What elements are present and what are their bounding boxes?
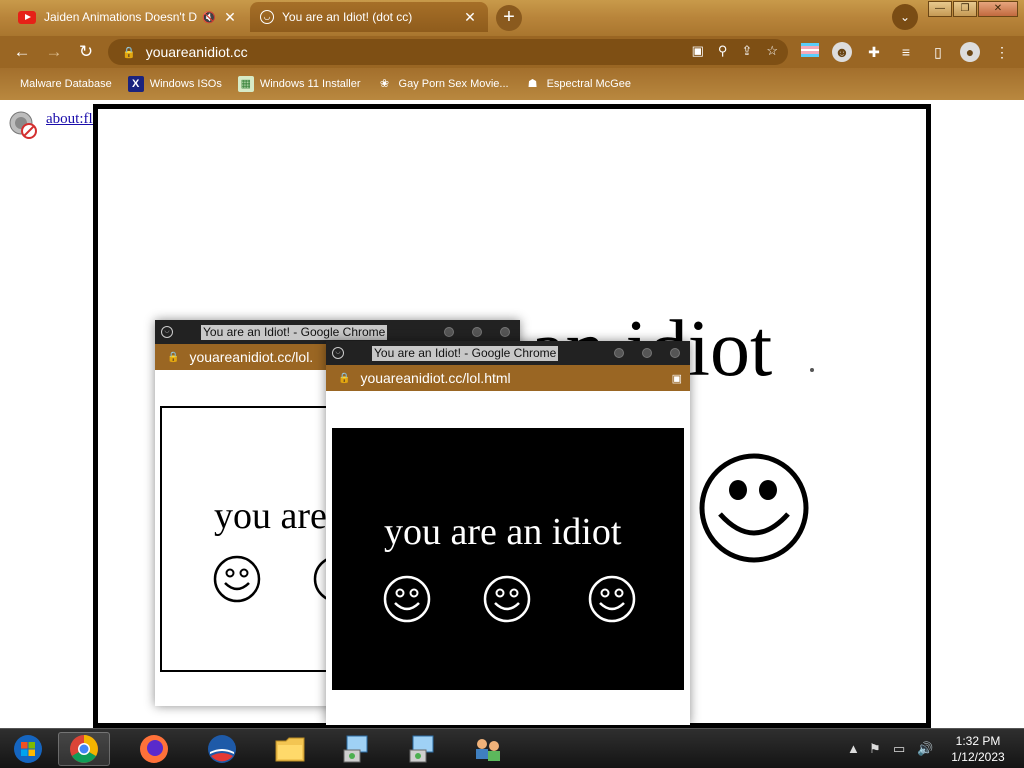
obama-logo-icon bbox=[208, 735, 236, 763]
tab-jaiden-animations[interactable]: Jaiden Animations Doesn't D 🔇 ✕ bbox=[8, 2, 248, 32]
large-smiley-icon bbox=[699, 453, 809, 563]
smiley-favicon-icon: ◡ bbox=[161, 326, 173, 338]
popup-url: youareanidiot.cc/lol.html bbox=[360, 370, 511, 386]
lock-icon: 🔒 bbox=[338, 372, 351, 384]
clock-date: 1/12/2023 bbox=[951, 750, 1005, 764]
tab-title: Jaiden Animations Doesn't D bbox=[44, 10, 198, 24]
bookmarks-bar: Malware Database X Windows ISOs ▦ Window… bbox=[0, 68, 1024, 100]
popup-maximize-button[interactable] bbox=[472, 327, 482, 337]
taskbar: ▲ ⚑ ▭ 🔊 1:32 PM 1/12/2023 bbox=[0, 728, 1024, 768]
popup-text: you are bbox=[214, 495, 327, 537]
popup-window-front[interactable]: ◡ You are an Idiot! - Google Chrome 🔒 yo… bbox=[326, 341, 690, 725]
new-tab-button[interactable]: + bbox=[496, 5, 522, 31]
paw-icon: ❀ bbox=[379, 78, 390, 90]
forward-button[interactable]: → bbox=[42, 40, 66, 64]
tab-strip: Jaiden Animations Doesn't D 🔇 ✕ ◡ You ar… bbox=[0, 0, 1024, 36]
popup-close-button[interactable] bbox=[670, 348, 680, 358]
popup-content: you are an idiot bbox=[332, 428, 684, 690]
popup-close-button[interactable] bbox=[500, 327, 510, 337]
smiley-icon bbox=[213, 555, 261, 603]
firefox-icon bbox=[140, 735, 168, 763]
popup-blocked-icon[interactable]: ▣ bbox=[672, 372, 682, 385]
image-icon: ▦ bbox=[237, 76, 254, 92]
popup-blocked-icon[interactable]: ▣ bbox=[692, 43, 704, 59]
popup-text: you are an idiot bbox=[384, 511, 622, 553]
youtube-icon bbox=[18, 10, 36, 24]
tab-close-button[interactable]: ✕ bbox=[222, 9, 238, 26]
bookmark-malware-database[interactable]: Malware Database bbox=[20, 78, 112, 90]
x-icon: X bbox=[127, 76, 144, 92]
pride-flag-extension-icon[interactable] bbox=[800, 42, 820, 62]
profile-extension-icon[interactable]: ☻ bbox=[832, 42, 852, 62]
decorative-dot bbox=[810, 368, 814, 372]
address-url: youareanidiot.cc bbox=[145, 44, 248, 60]
taskbar-file-explorer[interactable] bbox=[264, 732, 316, 766]
restore-button[interactable]: ❐ bbox=[953, 1, 977, 17]
bookmark-star-icon[interactable]: ☆ bbox=[766, 43, 778, 59]
minimize-button[interactable]: — bbox=[928, 1, 952, 17]
popup-title: You are an Idiot! - Google Chrome bbox=[372, 345, 559, 361]
chrome-menu-icon[interactable]: ⋮ bbox=[992, 42, 1012, 62]
smiley-icon bbox=[383, 575, 431, 623]
close-window-button[interactable]: ✕ bbox=[978, 1, 1018, 17]
show-hidden-icons-button[interactable]: ▲ bbox=[847, 741, 860, 756]
tab-close-button[interactable]: ✕ bbox=[462, 9, 478, 26]
media-controls-icon[interactable]: ≡ bbox=[896, 42, 916, 62]
folder-icon bbox=[275, 737, 305, 762]
tab-you-are-an-idiot[interactable]: ◡ You are an Idiot! (dot cc) ✕ bbox=[250, 2, 488, 32]
profile-avatar-icon[interactable]: ● bbox=[960, 42, 980, 62]
avatar-icon: ☗ bbox=[527, 78, 538, 90]
taskbar-chrome[interactable] bbox=[58, 732, 110, 766]
smiley-icon bbox=[588, 575, 636, 623]
popup-titlebar[interactable]: ◡ You are an Idiot! - Google Chrome bbox=[326, 341, 690, 365]
smiley-favicon-icon: ◡ bbox=[332, 347, 344, 359]
side-panel-icon[interactable]: ▯ bbox=[928, 42, 948, 62]
tab-title: You are an Idiot! (dot cc) bbox=[282, 10, 413, 24]
browser-toolbar: ← → ↻ 🔒 youareanidiot.cc ▣ ⚲ ⇪ ☆ ☻ ✚ ≡ ▯… bbox=[0, 36, 1024, 68]
back-button[interactable]: ← bbox=[10, 40, 34, 64]
start-button[interactable] bbox=[2, 732, 54, 766]
bookmark-movie[interactable]: ❀ Gay Porn Sex Movie... bbox=[377, 76, 509, 92]
system-clock[interactable]: 1:32 PM 1/12/2023 bbox=[936, 733, 1020, 765]
tab-search-button[interactable]: ⌄ bbox=[892, 4, 918, 30]
bookmark-windows-11-installer[interactable]: ▦ Windows 11 Installer bbox=[237, 76, 361, 92]
smiley-icon bbox=[483, 575, 531, 623]
taskbar-installer-1[interactable] bbox=[330, 732, 382, 766]
bookmark-espectral-mcgee[interactable]: ☗ Espectral McGee bbox=[525, 76, 631, 92]
popup-title: You are an Idiot! - Google Chrome bbox=[201, 324, 388, 340]
taskbar-installer-2[interactable] bbox=[396, 732, 448, 766]
muted-audio-icon[interactable]: 🔇 bbox=[202, 11, 216, 24]
action-center-flag-icon[interactable]: ⚑ bbox=[869, 741, 881, 757]
popup-url: youareanidiot.cc/lol. bbox=[189, 349, 314, 365]
chrome-icon bbox=[70, 735, 98, 763]
installer-icon bbox=[343, 735, 368, 763]
popup-maximize-button[interactable] bbox=[642, 348, 652, 358]
popup-minimize-button[interactable] bbox=[444, 327, 454, 337]
popup-address-bar[interactable]: 🔒 youareanidiot.cc/lol.html ▣ bbox=[326, 365, 690, 391]
lock-icon[interactable]: 🔒 bbox=[122, 46, 136, 59]
flash-blocked-icon[interactable] bbox=[8, 110, 38, 140]
popup-minimize-button[interactable] bbox=[614, 348, 624, 358]
reload-button[interactable]: ↻ bbox=[74, 40, 98, 64]
volume-icon[interactable]: 🔊 bbox=[917, 741, 933, 757]
windows-orb-icon bbox=[14, 735, 42, 763]
smiley-favicon-icon: ◡ bbox=[260, 10, 274, 24]
zoom-search-icon[interactable]: ⚲ bbox=[718, 43, 728, 59]
installer-icon bbox=[409, 735, 434, 763]
lock-icon: 🔒 bbox=[167, 351, 180, 363]
users-network-icon bbox=[476, 739, 500, 761]
network-icon[interactable]: ▭ bbox=[893, 741, 905, 757]
clock-time: 1:32 PM bbox=[955, 734, 1001, 748]
taskbar-firefox[interactable] bbox=[128, 732, 180, 766]
taskbar-campaign-app[interactable] bbox=[196, 732, 248, 766]
address-bar[interactable]: 🔒 youareanidiot.cc ▣ ⚲ ⇪ ☆ bbox=[108, 39, 788, 65]
extensions-puzzle-icon[interactable]: ✚ bbox=[864, 42, 884, 62]
bookmark-windows-isos[interactable]: X Windows ISOs bbox=[127, 76, 222, 92]
taskbar-network-app[interactable] bbox=[462, 732, 514, 766]
share-icon[interactable]: ⇪ bbox=[741, 43, 752, 59]
